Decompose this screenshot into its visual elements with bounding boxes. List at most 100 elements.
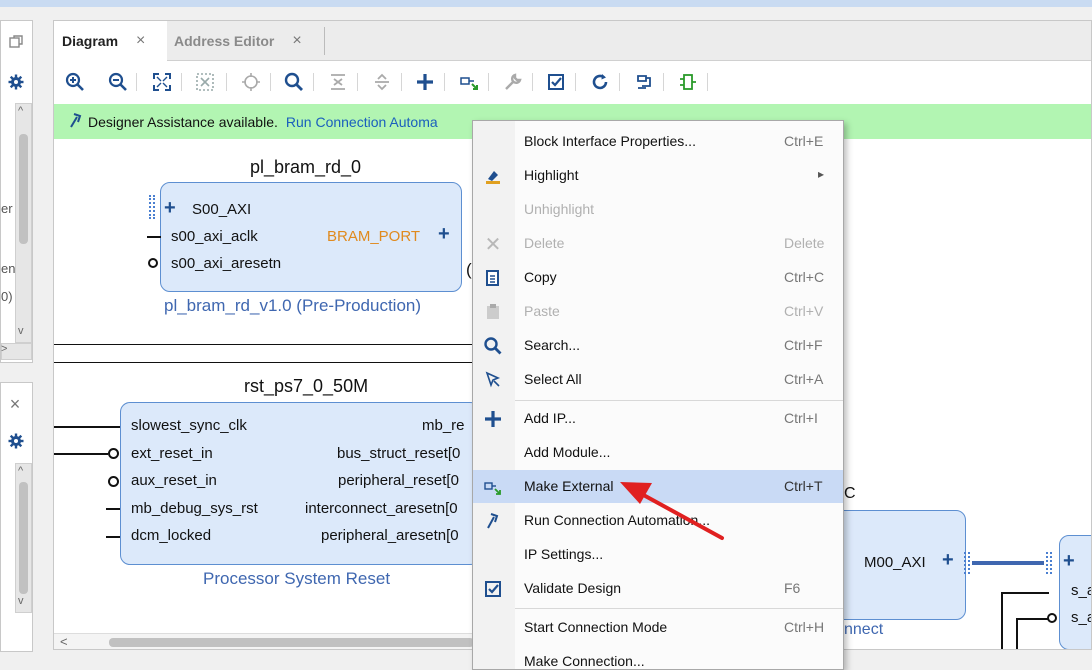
tab-bar: Diagram × Address Editor × [54,21,1091,61]
zoom-fit-icon[interactable] [150,70,174,94]
left-panel-bottom: × ^ v [0,382,33,652]
paste-icon [483,302,503,322]
menu-item-add-module[interactable]: Add Module... [473,436,843,469]
highlight-icon [483,166,503,186]
canvas-horizontal-scrollbar[interactable]: < [54,633,474,649]
validate-icon[interactable] [544,70,568,94]
canvas-divider [54,362,474,363]
scroll-down-arrow[interactable]: v [18,325,24,337]
restore-icon[interactable] [5,31,27,53]
search-icon [483,336,503,356]
wire [1001,592,1003,649]
make-external-icon[interactable] [457,70,481,94]
port-plus-icon[interactable]: + [942,549,954,572]
menu-item-highlight[interactable]: Highlight ▸ [473,159,843,192]
collapse-icon[interactable] [326,70,350,94]
port-label: interconnect_aresetn[0 [305,500,458,517]
toolbar-separator [532,73,533,91]
gear-icon[interactable] [5,71,27,93]
menu-item-shortcut: F6 [784,580,801,596]
port-plus-icon[interactable]: + [164,197,176,220]
refresh-icon[interactable] [588,70,612,94]
menu-item-shortcut: Delete [784,235,825,251]
menu-item-shortcut: Ctrl+V [784,303,824,319]
menu-item-make-connection[interactable]: Make Connection... [473,645,843,670]
menu-item-search[interactable]: Search... Ctrl+F [473,329,843,362]
block-title: pl_bram_rd_0 [250,157,362,177]
port-label: s00_axi_aresetn [171,255,282,272]
menu-item-label: Copy [524,269,557,285]
close-icon[interactable]: × [136,32,145,50]
run-automation-icon [68,112,82,131]
menu-item-paste[interactable]: Paste Ctrl+V [473,295,843,328]
zoom-area-icon[interactable] [193,70,217,94]
search-icon[interactable] [282,70,306,94]
validate-icon [483,579,503,599]
scroll-right-arrow[interactable]: > [1,343,7,355]
scroll-up-arrow[interactable]: ^ [18,465,23,477]
port-wire [54,426,120,428]
menu-item-label: Search... [524,337,581,353]
menu-item-label: IP Settings... [524,546,604,562]
scroll-down-arrow[interactable]: v [18,595,24,607]
select-all-icon [483,370,503,390]
zoom-out-icon[interactable] [106,70,130,94]
menu-item-copy[interactable]: Copy Ctrl+C [473,261,843,294]
reset-port-circle-icon [1047,613,1057,623]
menu-item-label: Block Interface Properties... [524,133,696,149]
port-label: peripheral_aresetn[0 [321,527,459,544]
port-label: aux_reset_in [131,472,217,489]
port-label: mb_debug_sys_rst [131,500,258,517]
tab-address-editor[interactable]: Address Editor × [167,21,324,61]
port-plus-icon[interactable]: + [438,223,450,246]
port-label: M00_AXI [864,554,926,571]
port-label: s_a [1071,609,1091,626]
properties-wrench-icon[interactable] [501,70,525,94]
add-icon[interactable] [413,70,437,94]
reset-port-circle-icon [108,476,119,487]
menu-item-delete[interactable]: ✕ Delete Delete [473,227,843,260]
toolbar-separator [663,73,664,91]
left-text-fragment: er [1,201,13,216]
menu-item-block-interface-properties[interactable]: Block Interface Properties... Ctrl+E [473,125,843,158]
port-label: ext_reset_in [131,445,213,462]
block-subtitle: Processor System Reset [203,569,391,588]
annotation-arrow [620,482,724,540]
expand-icon[interactable] [370,70,394,94]
port-wire [147,236,161,238]
regenerate-layout-icon[interactable] [632,70,656,94]
text-fragment: ( [466,260,472,279]
close-icon[interactable]: × [292,32,301,50]
left-vertical-scrollbar[interactable] [15,103,32,343]
toolbar-separator [575,73,576,91]
menu-item-shortcut: Ctrl+F [784,337,823,353]
menu-item-label: Unhighlight [524,201,595,217]
scroll-left-arrow[interactable]: < [60,634,68,649]
window-top-strip [0,0,1092,7]
run-automation-icon [483,511,503,531]
menu-item-shortcut: Ctrl+H [784,619,825,635]
gear-icon[interactable] [5,430,27,452]
port-plus-icon[interactable]: + [1063,550,1075,573]
menu-item-select-all[interactable]: Select All Ctrl+A [473,363,843,396]
menu-item-label: Highlight [524,167,579,183]
menu-item-unhighlight[interactable]: Unhighlight [473,193,843,226]
menu-item-shortcut: Ctrl+C [784,269,825,285]
menu-item-label: Make Connection... [524,653,645,669]
center-icon[interactable] [239,70,263,94]
left-vertical-scrollbar[interactable] [15,463,32,613]
run-connection-automation-link[interactable]: Run Connection Automa [286,114,438,130]
menu-item-add-ip[interactable]: Add IP... Ctrl+I [473,402,843,435]
zoom-in-icon[interactable] [63,70,87,94]
close-icon[interactable]: × [4,393,26,415]
port-label: dcm_locked [131,527,212,544]
vivado-window: er en 0) ^ v > × ^ v Diagram × Address E… [0,0,1092,670]
toolbar-separator [357,73,358,91]
pin-icon[interactable] [676,70,700,94]
toolbar-separator [226,73,227,91]
scroll-up-arrow[interactable]: ^ [18,105,23,117]
scrollbar-thumb[interactable] [109,638,474,647]
menu-item-start-connection-mode[interactable]: Start Connection Mode Ctrl+H [473,611,843,644]
menu-item-validate-design[interactable]: Validate Design F6 [473,572,843,605]
tab-diagram[interactable]: Diagram × [54,21,167,61]
